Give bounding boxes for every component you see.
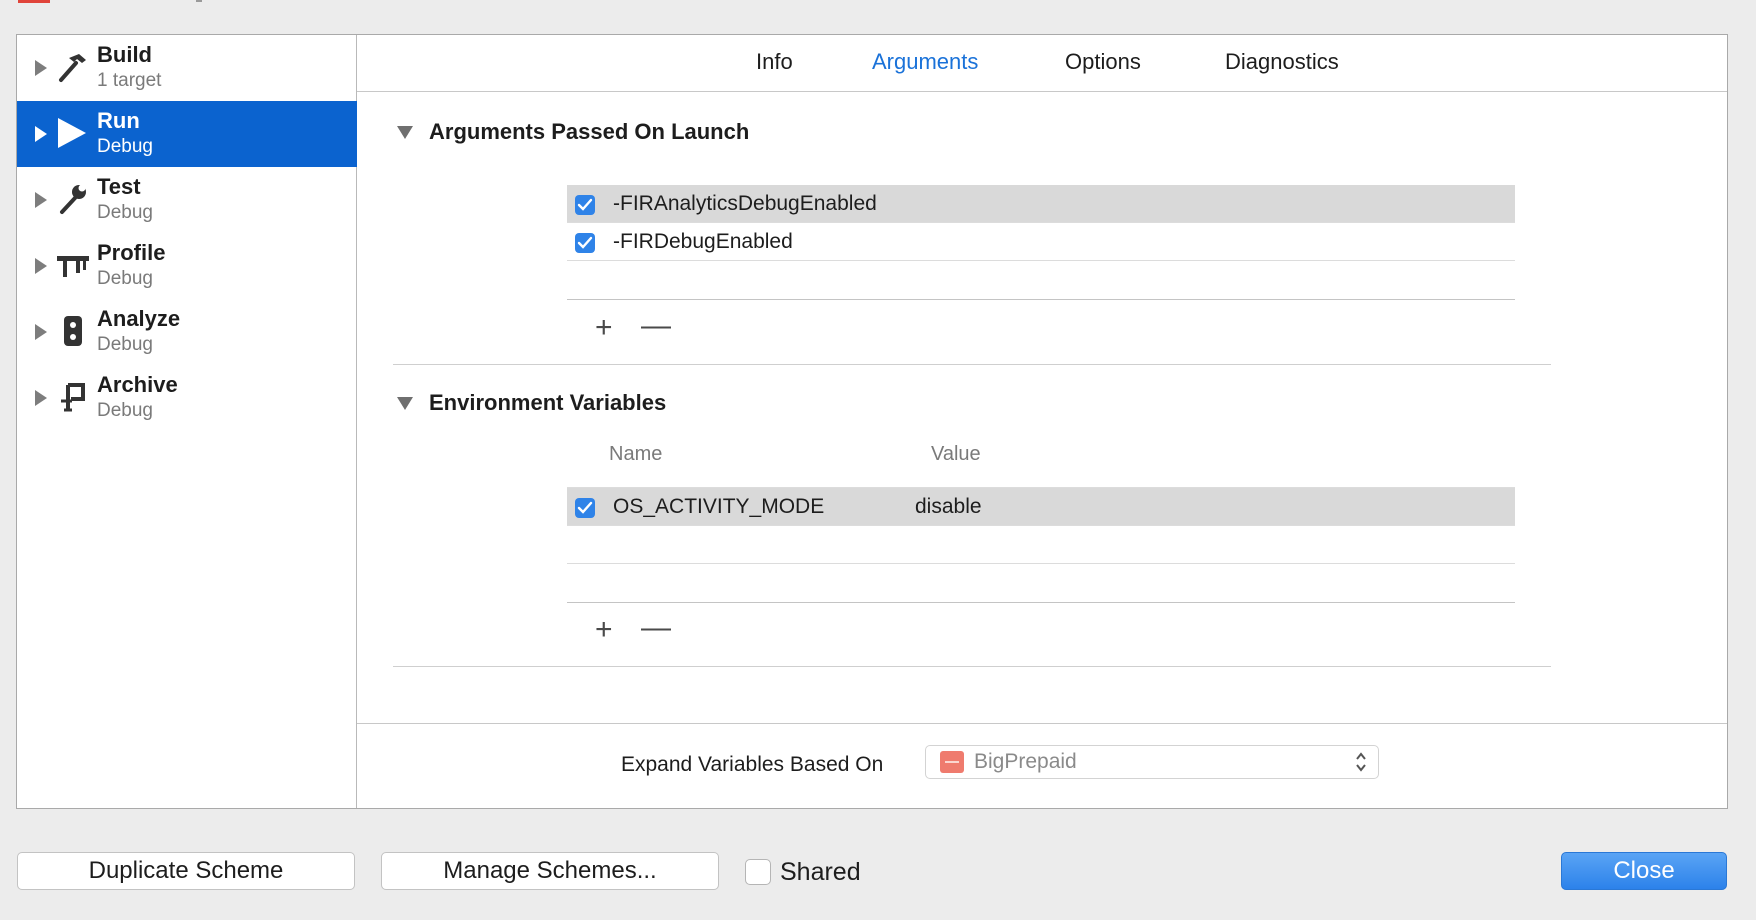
manage-schemes-button[interactable]: Manage Schemes... (381, 852, 719, 890)
env-variable-value[interactable]: disable (915, 495, 982, 519)
caliper-icon (55, 247, 91, 283)
popup-stepper-icon (1356, 752, 1366, 772)
archive-clamp-icon (55, 379, 91, 415)
scheme-detail-pane: Info Arguments Options Diagnostics Argum… (357, 35, 1727, 808)
scheme-editor-frame: Build 1 target Run Debug Test Debug Prof… (16, 34, 1728, 809)
sidebar-item-subtitle: Debug (97, 400, 153, 421)
arguments-table: -FIRAnalyticsDebugEnabled -FIRDebugEnabl… (567, 185, 1515, 300)
tab-info[interactable]: Info (756, 49, 793, 75)
add-env-variable-button[interactable]: + (595, 615, 613, 645)
window-close-indicator (18, 0, 50, 3)
row-enabled-checkbox[interactable] (575, 498, 595, 518)
section-divider (393, 364, 1551, 365)
disclosure-triangle-icon[interactable] (35, 258, 47, 274)
sidebar-item-title: Archive (97, 372, 178, 397)
tab-diagnostics[interactable]: Diagnostics (1225, 49, 1339, 75)
sidebar-item-title: Test (97, 174, 141, 199)
empty-row (567, 261, 1515, 299)
section-collapse-triangle-icon[interactable] (397, 126, 413, 139)
sidebar-item-subtitle: 1 target (97, 70, 162, 91)
remove-argument-button[interactable]: — (641, 311, 671, 341)
disclosure-triangle-icon[interactable] (35, 126, 47, 142)
tab-arguments[interactable]: Arguments (872, 49, 978, 75)
expand-variables-label: Expand Variables Based On (621, 753, 884, 776)
disclosure-triangle-icon[interactable] (35, 324, 47, 340)
sidebar-item-title: Profile (97, 240, 166, 265)
shared-label[interactable]: Shared (780, 858, 861, 887)
empty-row (567, 564, 1515, 602)
section-collapse-triangle-icon[interactable] (397, 397, 413, 410)
sidebar-item-analyze[interactable]: Analyze Debug (17, 299, 357, 365)
table-row[interactable]: -FIRDebugEnabled (567, 223, 1515, 261)
sidebar-item-title: Analyze (97, 306, 181, 331)
sidebar-item-test[interactable]: Test Debug (17, 167, 357, 233)
sidebar-item-build[interactable]: Build 1 target (17, 35, 357, 101)
sidebar-item-subtitle: Debug (97, 334, 153, 355)
disclosure-triangle-icon[interactable] (35, 192, 47, 208)
env-variable-name[interactable]: OS_ACTIVITY_MODE (613, 495, 824, 519)
argument-value[interactable]: -FIRAnalyticsDebugEnabled (613, 192, 877, 216)
sidebar-item-archive[interactable]: Archive Debug (17, 365, 357, 431)
environment-table: OS_ACTIVITY_MODE disable (567, 487, 1515, 603)
sidebar-item-subtitle: Debug (97, 268, 153, 289)
add-argument-button[interactable]: + (595, 313, 613, 343)
section-divider (393, 666, 1551, 667)
window-title-fragment (196, 0, 202, 2)
row-enabled-checkbox[interactable] (575, 195, 595, 215)
table-row[interactable]: OS_ACTIVITY_MODE disable (567, 488, 1515, 526)
table-row[interactable]: -FIRAnalyticsDebugEnabled (567, 185, 1515, 223)
column-header-value[interactable]: Value (931, 443, 981, 466)
argument-value[interactable]: -FIRDebugEnabled (613, 230, 793, 254)
sidebar-item-run[interactable]: Run Debug (17, 101, 357, 167)
shared-checkbox[interactable] (745, 859, 771, 885)
section-title-text: Environment Variables (429, 390, 667, 415)
row-enabled-checkbox[interactable] (575, 233, 595, 253)
expand-variables-popup[interactable]: BigPrepaid (925, 745, 1379, 779)
scheme-actions-sidebar: Build 1 target Run Debug Test Debug Prof… (17, 35, 357, 808)
hammer-icon (55, 49, 91, 85)
close-button[interactable]: Close (1561, 852, 1727, 890)
remove-env-variable-button[interactable]: — (641, 613, 671, 643)
sidebar-item-subtitle: Debug (97, 136, 153, 157)
column-header-name[interactable]: Name (609, 443, 662, 466)
sidebar-item-title: Run (97, 108, 140, 133)
duplicate-scheme-button[interactable]: Duplicate Scheme (17, 852, 355, 890)
section-title-text: Arguments Passed On Launch (429, 119, 750, 144)
expand-variables-footer: Expand Variables Based On BigPrepaid (357, 723, 1727, 808)
sidebar-item-subtitle: Debug (97, 202, 153, 223)
disclosure-triangle-icon[interactable] (35, 60, 47, 76)
tab-bar: Info Arguments Options Diagnostics (357, 35, 1727, 92)
disclosure-triangle-icon[interactable] (35, 390, 47, 406)
sidebar-item-profile[interactable]: Profile Debug (17, 233, 357, 299)
play-icon (55, 115, 91, 151)
sidebar-item-title: Build (97, 42, 152, 67)
tab-options[interactable]: Options (1065, 49, 1141, 75)
empty-row (567, 526, 1515, 564)
expand-variables-value: BigPrepaid (974, 750, 1077, 773)
wrench-icon (55, 181, 91, 217)
analyze-icon (55, 313, 91, 349)
app-target-icon (940, 751, 964, 773)
